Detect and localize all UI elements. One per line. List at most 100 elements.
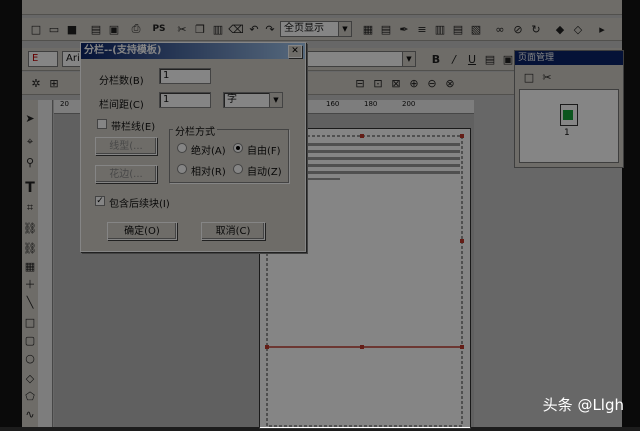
font-color-select[interactable]: E [28, 51, 58, 67]
clear-icon[interactable]: ⌫ [228, 21, 244, 37]
columns-input[interactable]: 1 [159, 68, 211, 84]
column-line-label: 带栏线(E) [111, 122, 156, 133]
mode-relative-radio[interactable] [177, 164, 187, 174]
preview-icon[interactable]: ▣ [106, 21, 122, 37]
page-thumbnail[interactable] [560, 104, 578, 126]
handle[interactable] [460, 239, 464, 243]
grid-icon[interactable]: ▦ [360, 21, 376, 37]
link-icon[interactable]: ∞ [492, 21, 508, 37]
line-icon[interactable]: ╲ [23, 294, 37, 310]
handle[interactable] [360, 134, 364, 138]
close-icon[interactable]: ✕ [288, 45, 302, 58]
columns-icon[interactable]: ▥ [432, 21, 448, 37]
mode-absolute-label: 绝对(A) [191, 146, 226, 157]
cut-icon[interactable]: ✂ [174, 21, 190, 37]
ellipse-icon[interactable]: ○ [23, 350, 37, 366]
dialog-title: 分栏--(支持模板) [84, 45, 162, 56]
handle[interactable] [460, 134, 464, 138]
toolbar-partial [22, 0, 622, 15]
ruler-tick: 20 [60, 100, 69, 108]
handle[interactable] [265, 345, 269, 349]
diamond-icon[interactable]: ◇ [23, 370, 37, 386]
more-icon[interactable]: ▸ [594, 21, 610, 37]
pointer-icon[interactable]: ➤ [23, 110, 37, 126]
zoom-icon[interactable]: ⚲ [23, 154, 37, 170]
rounded-rect-icon[interactable]: ▢ [23, 332, 37, 348]
column-line-checkbox[interactable] [97, 119, 107, 129]
italic-icon[interactable]: / [446, 51, 462, 67]
layout-icon[interactable]: ▤ [450, 21, 466, 37]
rectangle-icon[interactable]: □ [23, 314, 37, 330]
mode-auto-label: 自动(Z) [247, 167, 282, 178]
delete-page-icon[interactable]: ✂ [539, 69, 555, 85]
unlink-icon[interactable]: ⊘ [510, 21, 526, 37]
tool-icon[interactable]: ⊞ [46, 75, 62, 91]
forward-icon[interactable]: ◆ [552, 21, 568, 37]
unlink-tool-icon[interactable]: ⛓ [23, 240, 37, 256]
copy-icon[interactable]: ❐ [192, 21, 208, 37]
ps-icon[interactable]: PS [148, 21, 170, 37]
layer-icon[interactable]: ▧ [468, 21, 484, 37]
tool-icon[interactable]: ⊕ [406, 75, 422, 91]
new-file-icon[interactable]: □ [28, 21, 44, 37]
new-page-icon[interactable]: □ [521, 69, 537, 85]
dialog-titlebar[interactable]: 分栏--(支持模板) ✕ [81, 43, 305, 59]
table-icon[interactable]: ▤ [378, 21, 394, 37]
underline-icon[interactable]: U [464, 51, 480, 67]
crop-icon[interactable]: ⌗ [23, 200, 37, 216]
tool-icon[interactable]: ⊗ [442, 75, 458, 91]
curve-icon[interactable]: ∿ [23, 406, 37, 422]
align-icon[interactable]: ≡ [414, 21, 430, 37]
handle[interactable] [460, 345, 464, 349]
backward-icon[interactable]: ◇ [570, 21, 586, 37]
bold-icon[interactable]: B [428, 51, 444, 67]
display-mode-select[interactable]: 全页显示 ▼ [280, 21, 352, 37]
mode-absolute-radio[interactable] [177, 143, 187, 153]
node-edit-icon[interactable]: ⌖ [23, 134, 37, 150]
left-border [0, 0, 22, 427]
print-icon[interactable]: ⎙ [128, 21, 144, 37]
line-style-button[interactable]: 线型(... [95, 137, 157, 155]
gutter-unit-select[interactable]: 字 ▼ [223, 92, 283, 108]
tool-icon[interactable]: ⊠ [388, 75, 404, 91]
highlight-icon[interactable]: ▤ [482, 51, 498, 67]
vertical-ruler [38, 100, 53, 427]
tool-icon[interactable]: ⊟ [352, 75, 368, 91]
columns-value: 1 [163, 70, 170, 81]
link-tool-icon[interactable]: ⛓ [23, 220, 37, 236]
include-following-checkbox[interactable]: ✓ [95, 196, 105, 206]
pen-icon[interactable]: ✒ [396, 21, 412, 37]
page-icon [563, 110, 573, 120]
ruler-tick: 180 [364, 100, 378, 108]
table-tool-icon[interactable]: ▦ [23, 258, 37, 274]
mode-free-radio[interactable] [233, 143, 243, 153]
pattern-button[interactable]: 花边(... [95, 165, 157, 183]
gutter-value: 1 [163, 94, 170, 105]
mode-relative-label: 相对(R) [191, 167, 226, 178]
gutter-unit-value: 字 [227, 94, 237, 105]
undo-icon[interactable]: ↶ [246, 21, 262, 37]
rotate-icon[interactable]: ↻ [528, 21, 544, 37]
open-folder-icon[interactable]: ▭ [46, 21, 62, 37]
page-setup-icon[interactable]: ▤ [88, 21, 104, 37]
text-tool-icon[interactable]: T [23, 180, 37, 196]
tool-icon[interactable]: ✲ [28, 75, 44, 91]
handle[interactable] [360, 345, 364, 349]
cancel-button[interactable]: 取消(C) [201, 222, 265, 240]
tool-icon[interactable]: ⊖ [424, 75, 440, 91]
redo-icon[interactable]: ↷ [262, 21, 278, 37]
mode-auto-radio[interactable] [233, 164, 243, 174]
ok-button[interactable]: 确定(O) [107, 222, 177, 240]
polygon-icon[interactable]: ⬠ [23, 388, 37, 404]
include-following-label: 包含后续块(I) [109, 199, 170, 210]
font-color-label: E [32, 53, 39, 64]
ruler-tick: 160 [326, 100, 340, 108]
cross-icon[interactable]: ＋ [23, 276, 37, 292]
paste-icon[interactable]: ▥ [210, 21, 226, 37]
display-mode-value: 全页显示 [284, 23, 324, 34]
save-icon[interactable]: ■ [64, 21, 80, 37]
tool-icon[interactable]: ⊡ [370, 75, 386, 91]
gutter-input[interactable]: 1 [159, 92, 211, 108]
tool-palette: ➤ ⌖ ⚲ T ⌗ ⛓ ⛓ ▦ ＋ ╲ □ ▢ ○ ◇ ⬠ ∿ [22, 100, 39, 427]
font-size-select[interactable]: ▼ [304, 51, 416, 67]
